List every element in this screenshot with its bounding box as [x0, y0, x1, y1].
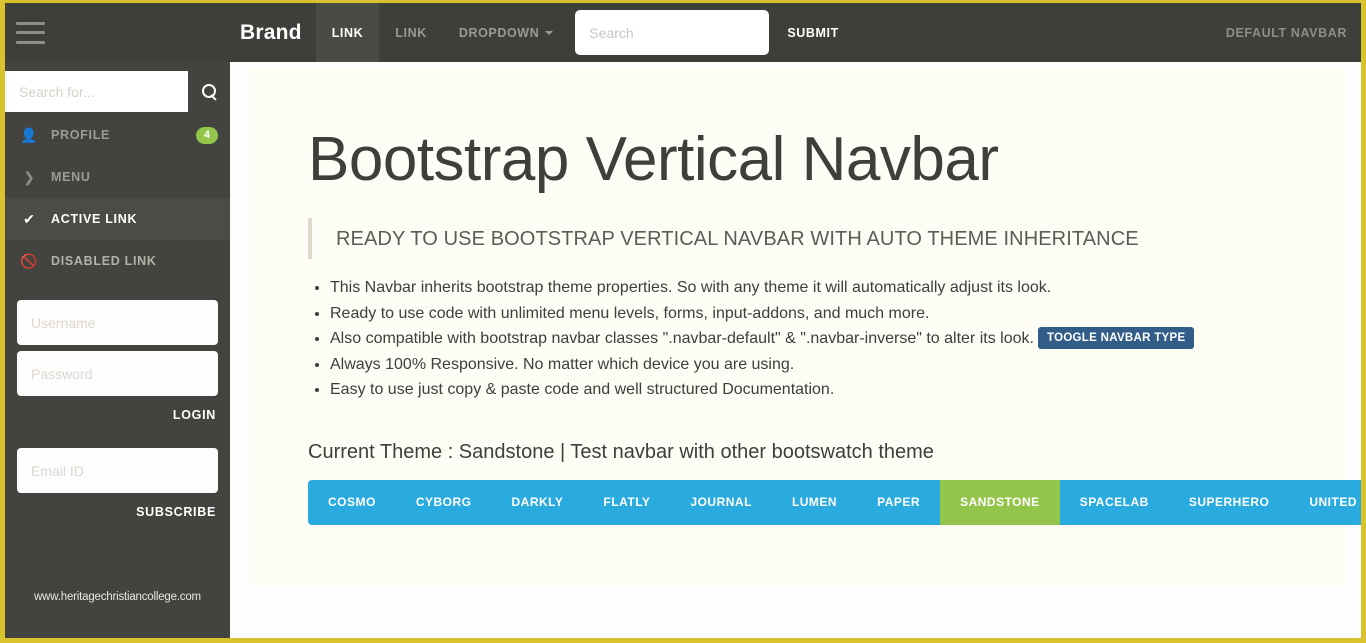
theme-button-cosmo[interactable]: COSMO — [308, 479, 396, 525]
chevron-down-icon — [545, 30, 554, 35]
lead-blockquote: READY TO USE BOOTSTRAP VERTICAL NAVBAR W… — [308, 218, 1286, 260]
sidebar-search-button[interactable] — [188, 68, 230, 116]
feature-2-text: Ready to use code with unlimited menu le… — [330, 304, 930, 322]
nav-link-2-label: LINK — [395, 25, 427, 40]
app-frame: Brand LINK LINK DROPDOWN SUBMIT DEFAULT … — [5, 3, 1361, 638]
nav-link-dropdown[interactable]: DROPDOWN — [443, 3, 570, 62]
top-navbar: Brand LINK LINK DROPDOWN SUBMIT DEFAULT … — [5, 3, 1361, 62]
sidebar-search-input[interactable] — [5, 71, 188, 112]
theme-button-sandstone[interactable]: SANDSTONE — [940, 479, 1060, 525]
feature-list: This Navbar inherits bootstrap theme pro… — [330, 275, 1286, 403]
navbar-search-form: SUBMIT — [575, 3, 857, 62]
navbar-brand[interactable]: Brand — [230, 3, 316, 62]
eye-slash-icon: 🚫 — [20, 252, 38, 269]
theme-button-journal[interactable]: JOURNAL — [670, 479, 772, 525]
theme-button-united[interactable]: UNITED — [1289, 479, 1361, 525]
feature-3-text: Also compatible with bootstrap navbar cl… — [330, 330, 1034, 348]
sidebar-item-profile-label: PROFILE — [51, 128, 111, 142]
watermark-text: www.heritagechristiancollege.com — [34, 591, 201, 603]
page-title: Bootstrap Vertical Navbar — [308, 125, 999, 194]
theme-switcher-group: COSMO CYBORG DARKLY FLATLY JOURNAL LUMEN… — [308, 479, 1361, 525]
sidebar-item-active-link[interactable]: ✔ ACTIVE LINK — [5, 198, 230, 240]
theme-button-darkly[interactable]: DARKLY — [491, 479, 584, 525]
list-item: Ready to use code with unlimited menu le… — [330, 301, 1286, 327]
username-field[interactable] — [17, 300, 218, 345]
sidebar-item-disabled-link-label: DISABLED LINK — [51, 254, 157, 268]
subscribe-button-row: SUBSCRIBE — [17, 499, 218, 519]
list-item: This Navbar inherits bootstrap theme pro… — [330, 275, 1286, 301]
theme-button-flatly[interactable]: FLATLY — [583, 479, 671, 525]
page-border: Brand LINK LINK DROPDOWN SUBMIT DEFAULT … — [0, 0, 1366, 643]
profile-badge: 4 — [195, 126, 218, 144]
theme-button-spacelab[interactable]: SPACELAB — [1059, 479, 1169, 525]
sidebar-item-disabled-link[interactable]: 🚫 DISABLED LINK — [5, 240, 230, 282]
sidebar-subscribe-form: SUBSCRIBE — [5, 422, 230, 519]
sidebar-item-profile[interactable]: 👤 PROFILE 4 — [5, 114, 230, 156]
toggle-navbar-type-button[interactable]: TOOGLE NAVBAR TYPE — [1037, 326, 1195, 349]
nav-link-2[interactable]: LINK — [379, 3, 443, 62]
navbar-search-input[interactable] — [575, 10, 770, 55]
sidebar-login-form: LOGIN — [5, 282, 230, 422]
nav-link-1[interactable]: LINK — [315, 3, 380, 62]
email-field[interactable] — [17, 448, 218, 493]
feature-1-text: This Navbar inherits bootstrap theme pro… — [330, 279, 1052, 297]
jumbotron-panel: Bootstrap Vertical Navbar READY TO USE B… — [248, 69, 1361, 586]
feature-4-text: Always 100% Responsive. No matter which … — [330, 355, 795, 373]
navbar-links: LINK LINK DROPDOWN — [315, 3, 570, 62]
chevron-right-icon: ❯ — [23, 168, 35, 185]
user-icon: 👤 — [20, 126, 38, 143]
vertical-sidebar: 👤 PROFILE 4 ❯ MENU ✔ ACTIVE LINK 🚫 DISAB… — [5, 62, 230, 638]
theme-button-superhero[interactable]: SUPERHERO — [1168, 479, 1290, 525]
nav-link-dropdown-label: DROPDOWN — [458, 25, 540, 40]
login-button-row: LOGIN — [17, 402, 218, 422]
navbar-right-section: DEFAULT NAVBAR — [1226, 3, 1361, 62]
sidebar-item-active-link-label: ACTIVE LINK — [51, 212, 138, 226]
search-icon — [201, 84, 217, 99]
sidebar-search-form — [5, 62, 230, 114]
nav-link-1-label: LINK — [331, 25, 364, 40]
hamburger-menu-button[interactable] — [5, 3, 230, 62]
list-item: Easy to use just copy & paste code and w… — [330, 377, 1286, 403]
password-field[interactable] — [17, 351, 218, 396]
current-theme-label: Current Theme : Sandstone | Test navbar … — [308, 440, 934, 463]
lead-text: READY TO USE BOOTSTRAP VERTICAL NAVBAR W… — [336, 228, 1139, 251]
subscribe-button[interactable]: SUBSCRIBE — [136, 505, 216, 519]
default-navbar-label[interactable]: DEFAULT NAVBAR — [1226, 26, 1347, 40]
main-content: Bootstrap Vertical Navbar READY TO USE B… — [233, 62, 1361, 638]
sidebar-item-menu-label: MENU — [51, 170, 91, 184]
check-icon: ✔ — [23, 210, 35, 227]
hamburger-icon — [16, 21, 45, 44]
theme-button-paper[interactable]: PAPER — [857, 479, 941, 525]
sidebar-item-menu[interactable]: ❯ MENU — [5, 156, 230, 198]
list-item: Always 100% Responsive. No matter which … — [330, 352, 1286, 378]
theme-button-lumen[interactable]: LUMEN — [771, 479, 858, 525]
list-item: Also compatible with bootstrap navbar cl… — [330, 326, 1286, 352]
navbar-submit-button[interactable]: SUBMIT — [769, 3, 857, 62]
theme-button-cyborg[interactable]: CYBORG — [395, 479, 492, 525]
feature-5-text: Easy to use just copy & paste code and w… — [330, 381, 835, 399]
login-button[interactable]: LOGIN — [173, 408, 216, 422]
